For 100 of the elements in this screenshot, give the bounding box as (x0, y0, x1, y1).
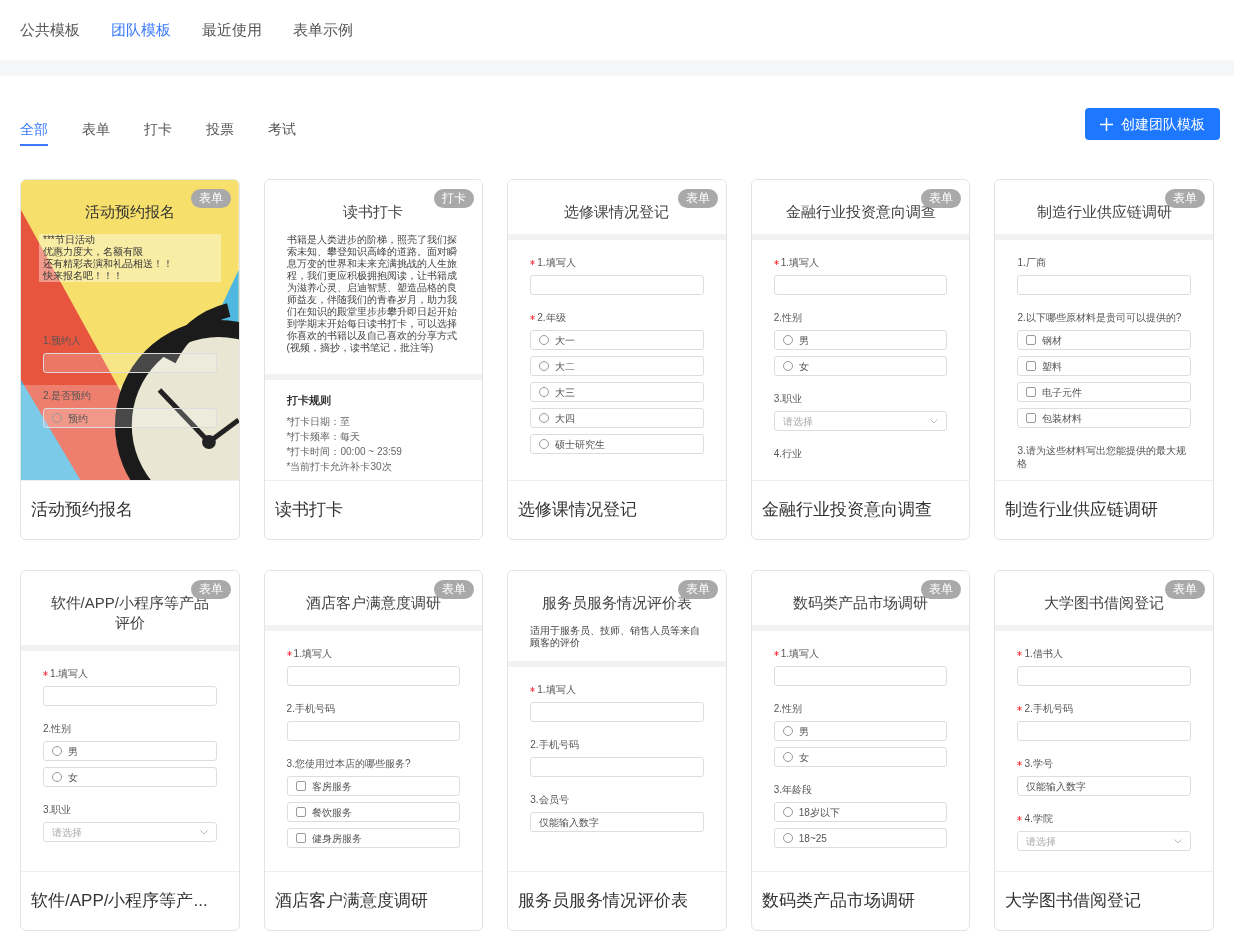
template-name: 大学图书借阅登记 (1005, 890, 1142, 913)
rule-text: *打卡时间：00:00 ~ 23:59 (286, 445, 403, 458)
rule-text: *打卡频率：每天 (286, 430, 362, 443)
question-label: 1.填写人 (780, 647, 820, 660)
chevron-down-icon (199, 829, 208, 835)
nav-tab[interactable]: 最近使用 (202, 18, 262, 42)
radio-option[interactable]: 男 (773, 330, 948, 350)
question-label: 3.年龄段 (773, 783, 813, 796)
input-field[interactable] (530, 275, 704, 295)
input-field[interactable]: 仅能输入数字 (530, 812, 704, 832)
checkbox-icon (295, 781, 306, 791)
checkbox-icon (295, 833, 306, 843)
filter-tab[interactable]: 打卡 (144, 108, 172, 146)
tag-badge: 表单 (1165, 580, 1205, 599)
filter-tab[interactable]: 投票 (206, 108, 234, 146)
template-card[interactable]: 金融行业投资意向调查 1.填写人 2.性别 男 女 3.职业 请选择 4.行业 表单 金融行业投资意向调查 (750, 179, 971, 540)
preview-description-line: ***节日活动 (43, 234, 96, 246)
question-label: 2.手机号码 (1024, 702, 1073, 715)
required-mark-icon (530, 315, 536, 320)
input-field[interactable] (1017, 666, 1191, 686)
preview-description: 适用于服务员、技师、销售人员等来自顾客的评价 (530, 625, 702, 649)
checkbox-option[interactable]: 电子元件 (1017, 382, 1191, 402)
input-field[interactable] (530, 702, 704, 722)
template-card[interactable]: 选修课情况登记 1.填写人 2.年级 大一 大二 大三 大四 硕士研究生 表单 选修课情况登记 (507, 179, 727, 540)
input-field[interactable] (773, 666, 948, 686)
checkbox-icon (1026, 361, 1037, 371)
checkbox-option[interactable]: 餐饮服务 (286, 802, 461, 822)
chevron-down-icon (1174, 838, 1182, 844)
input-field[interactable] (43, 353, 217, 373)
radio-option[interactable]: 硕士研究生 (530, 434, 704, 454)
template-name: 活动预约报名 (31, 499, 133, 522)
question-label: 2.性别 (43, 722, 72, 735)
checkbox-option[interactable]: 钢材 (1017, 330, 1191, 350)
input-field[interactable] (286, 666, 461, 686)
filter-tab[interactable]: 全部 (20, 108, 48, 146)
question-label: 2.性别 (773, 311, 803, 324)
question-label: 4.学院 (1024, 812, 1053, 825)
radio-option[interactable]: 大三 (530, 382, 704, 402)
radio-option[interactable]: 女 (773, 747, 948, 767)
preview-title: 选修课情况登记 (564, 202, 670, 222)
checkbox-icon (1026, 413, 1037, 423)
input-field[interactable] (1017, 275, 1191, 295)
question-label: 3.职业 (773, 392, 803, 405)
radio-option[interactable]: 预约 (43, 408, 217, 428)
question-label: 1.填写人 (537, 256, 576, 269)
required-mark-icon (1017, 816, 1023, 821)
nav-tab[interactable]: 公共模板 (20, 18, 80, 42)
question-label: 2.性别 (773, 702, 803, 715)
question-label: 2.是否预约 (43, 389, 92, 402)
checkbox-option[interactable]: 客房服务 (286, 776, 461, 796)
question-label: 3.会员号 (530, 793, 569, 806)
radio-option[interactable]: 大二 (530, 356, 704, 376)
filter-tab[interactable]: 表单 (82, 108, 110, 146)
preview-description: 书籍是人类进步的阶梯，照亮了我们探索未知、攀登知识高峰的道路。面对瞬息万变的世界和未来充满挑战的人生旅程，我们更应积极拥抱阅读，让书籍成为滋养心灵、启迪智慧、塑造品格的良师益友，伴随我们的青春岁月，助力我们在知识的殿堂里步步攀升即日起开始到学期末开始每日读书打卡，可以选择你喜欢的书籍以及自己喜欢的分享方式(视频，摘抄，读书笔记，批注等) (286, 234, 458, 354)
question-label: 1.填写人 (780, 256, 820, 269)
template-name: 数码类产品市场调研 (761, 890, 915, 913)
radio-option[interactable]: 男 (43, 741, 217, 761)
template-card[interactable]: 大学图书借阅登记 1.借书人 2.手机号码 3.学号 仅能输入数字 4.学院 请选择 表单 大学图书借阅登记 (994, 570, 1214, 931)
filter-tab[interactable]: 考试 (268, 108, 296, 146)
template-name: 服务员服务情况评价表 (518, 890, 689, 913)
question-label: 3.请为这些材料写出您能提供的最大规格 (1017, 444, 1187, 470)
template-name: 读书打卡 (274, 499, 343, 522)
radio-option[interactable]: 18~25 (773, 828, 948, 848)
nav-tab[interactable]: 团队模板 (111, 18, 171, 42)
radio-option[interactable]: 大一 (530, 330, 704, 350)
checkbox-icon (1026, 335, 1037, 345)
rule-text: *打卡日期：至 (286, 415, 352, 428)
question-label: 2.手机号码 (530, 738, 579, 751)
required-mark-icon (530, 260, 536, 265)
preview-title: 大学图书借阅登记 (1044, 593, 1165, 613)
template-card[interactable]: 服务员服务情况评价表 适用于服务员、技师、销售人员等来自顾客的评价 1.填写人 2.手机号码 3.会员号 仅能输入数字 表单 服务员服务情况评价表 (507, 570, 727, 931)
checkbox-option[interactable]: 包装材料 (1017, 408, 1191, 428)
template-card[interactable]: 活动预约报名 ***节日活动 优惠力度大，名额有限 还有精彩表演和礼品相送！！ 快来报名吧！！！ 1.预约人 2.是否预约 预约 表单 活动预约报名 (20, 179, 240, 540)
input-field[interactable] (286, 721, 461, 741)
radio-option[interactable]: 18岁以下 (773, 802, 948, 822)
checkbox-option[interactable]: 健身房服务 (286, 828, 461, 848)
nav-tab[interactable]: 表单示例 (293, 18, 353, 42)
radio-option[interactable]: 女 (773, 356, 948, 376)
template-name: 选修课情况登记 (518, 499, 638, 522)
required-mark-icon (43, 671, 48, 676)
template-name: 制造行业供应链调研 (1005, 499, 1159, 522)
radio-option[interactable]: 男 (773, 721, 948, 741)
input-field[interactable] (43, 686, 217, 706)
question-label: 1.填写人 (293, 647, 332, 660)
rules-heading: 打卡规则 (286, 393, 332, 408)
tag-badge: 打卡 (434, 189, 475, 208)
question-label: 2.手机号码 (286, 702, 335, 715)
input-field[interactable] (773, 275, 948, 295)
radio-option[interactable]: 大四 (530, 408, 704, 428)
preview-title: 读书打卡 (343, 202, 404, 222)
input-field[interactable] (1017, 721, 1191, 741)
radio-option[interactable]: 女 (43, 767, 217, 787)
question-label: 2.以下哪些原材料是贵司可以提供的? (1017, 311, 1182, 324)
template-name: 软件/APP/小程序等产... (31, 890, 208, 913)
create-template-button[interactable]: 创建团队模板 (1085, 108, 1220, 140)
input-field[interactable] (530, 757, 704, 777)
question-label: 1.借书人 (1024, 647, 1063, 660)
template-card[interactable] (263, 179, 484, 540)
input-field[interactable]: 仅能输入数字 (1017, 776, 1191, 796)
checkbox-option[interactable]: 塑料 (1017, 356, 1191, 376)
